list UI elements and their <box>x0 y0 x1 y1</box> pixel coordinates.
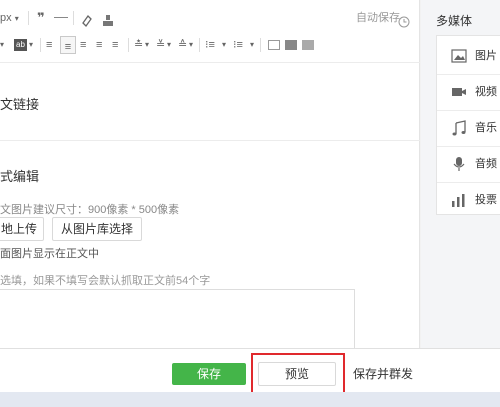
media-item-label: 音频 <box>475 158 497 170</box>
cover-size-hint: 文图片建议尺寸：900像素 * 500像素 <box>0 204 180 216</box>
background-color-icon[interactable]: ab <box>14 39 27 51</box>
toolbar-divider <box>73 11 74 25</box>
quote-icon[interactable]: ❞ <box>37 8 45 28</box>
save-and-publish-button[interactable]: 保存并群发 <box>352 363 414 385</box>
media-item-poll[interactable]: 投票 <box>437 182 500 218</box>
font-color-dropdown[interactable]: ▾ <box>0 35 4 55</box>
preview-button[interactable]: 预览 <box>258 362 336 386</box>
letter-spacing-icon[interactable]: ≙ <box>178 35 187 55</box>
float-none-icon[interactable] <box>285 40 297 50</box>
media-item-label: 图片 <box>475 50 497 62</box>
align-left-icon[interactable]: ≡ <box>60 36 76 54</box>
chevron-down-icon[interactable]: ▾ <box>189 35 193 55</box>
toolbar-row-2: ▾ ab ▾ ≡ ≡ ≡ ≡ ≡ ≛ ▾ ≚ ▾ ≙ ▾ ⁝≡ ▾ ⁝≡ ▾ <box>0 35 420 55</box>
select-from-library-button[interactable]: 从图片库选择 <box>52 217 142 241</box>
divider <box>0 62 420 63</box>
summary-hint: 选填，如果不填写会默认抓取正文前54个字 <box>0 275 211 287</box>
float-left-icon[interactable] <box>268 40 280 50</box>
float-right-icon[interactable] <box>302 40 314 50</box>
media-item-label: 投票 <box>475 194 497 206</box>
align-right-icon[interactable]: ≡ <box>96 35 102 55</box>
media-item-image[interactable]: 图片 <box>437 38 500 74</box>
unordered-list-icon[interactable]: ⁝≡ <box>233 35 243 55</box>
microphone-icon <box>453 157 465 171</box>
summary-textarea[interactable] <box>0 289 355 348</box>
media-item-music[interactable]: 音乐 <box>437 110 500 146</box>
font-size-select[interactable]: px ▾ <box>0 8 19 28</box>
media-item-label: 音乐 <box>475 122 497 134</box>
ordered-list-icon[interactable]: ⁝≡ <box>205 35 215 55</box>
format-painter-icon[interactable] <box>102 11 114 31</box>
media-item-video[interactable]: 视频 <box>437 74 500 110</box>
divider <box>0 140 420 141</box>
show-in-body-checkbox-label[interactable]: 面图片显示在正文中 <box>0 245 99 261</box>
paragraph-spacing-icon[interactable]: ≚ <box>156 35 165 55</box>
image-icon <box>451 49 467 63</box>
toolbar-divider <box>199 38 200 52</box>
local-upload-button[interactable]: 地上传 <box>0 217 44 241</box>
toolbar-divider <box>28 11 29 25</box>
status-strip <box>0 392 500 407</box>
align-center-icon[interactable]: ≡ <box>80 35 86 55</box>
media-panel: 图片 视频 音乐 音频 投票 <box>436 35 500 215</box>
toolbar-divider <box>40 38 41 52</box>
format-clear-icon[interactable] <box>81 11 93 31</box>
toolbar-divider <box>260 38 261 52</box>
indent-icon[interactable]: ≡ <box>46 35 52 55</box>
line-height-icon[interactable]: ≛ <box>134 35 143 55</box>
music-icon <box>452 120 466 136</box>
link-label: 文链接 <box>0 97 40 112</box>
font-size-value: px <box>0 12 12 24</box>
save-button[interactable]: 保存 <box>172 363 246 385</box>
media-item-audio[interactable]: 音频 <box>437 146 500 182</box>
chevron-down-icon[interactable]: ▾ <box>145 35 149 55</box>
clock-icon <box>398 16 410 28</box>
chevron-down-icon[interactable]: ▾ <box>29 35 33 55</box>
poll-icon <box>452 194 465 207</box>
editor-mode-label: 式编辑 <box>0 169 40 184</box>
chevron-down-icon[interactable]: ▾ <box>222 35 226 55</box>
toolbar-row-1: px ▾ ❞ 自动保存 <box>0 8 420 28</box>
chevron-down-icon: ▾ <box>14 14 19 23</box>
chevron-down-icon[interactable]: ▾ <box>167 35 171 55</box>
toolbar-divider <box>128 38 129 52</box>
horizontal-rule-icon[interactable] <box>54 17 68 18</box>
action-bar: 保存 预览 保存并群发 <box>0 348 500 394</box>
media-item-label: 视频 <box>475 86 497 98</box>
chevron-down-icon[interactable]: ▾ <box>250 35 254 55</box>
media-panel-title: 多媒体 <box>436 14 473 28</box>
article-editor: px ▾ ❞ 自动保存 ▾ ab ▾ ≡ ≡ ≡ ≡ ≡ ≛ ▾ ≚ ▾ ≙ ▾… <box>0 0 420 348</box>
align-justify-icon[interactable]: ≡ <box>112 35 118 55</box>
autosave-label: 自动保存 <box>356 12 400 24</box>
video-icon <box>452 88 466 96</box>
